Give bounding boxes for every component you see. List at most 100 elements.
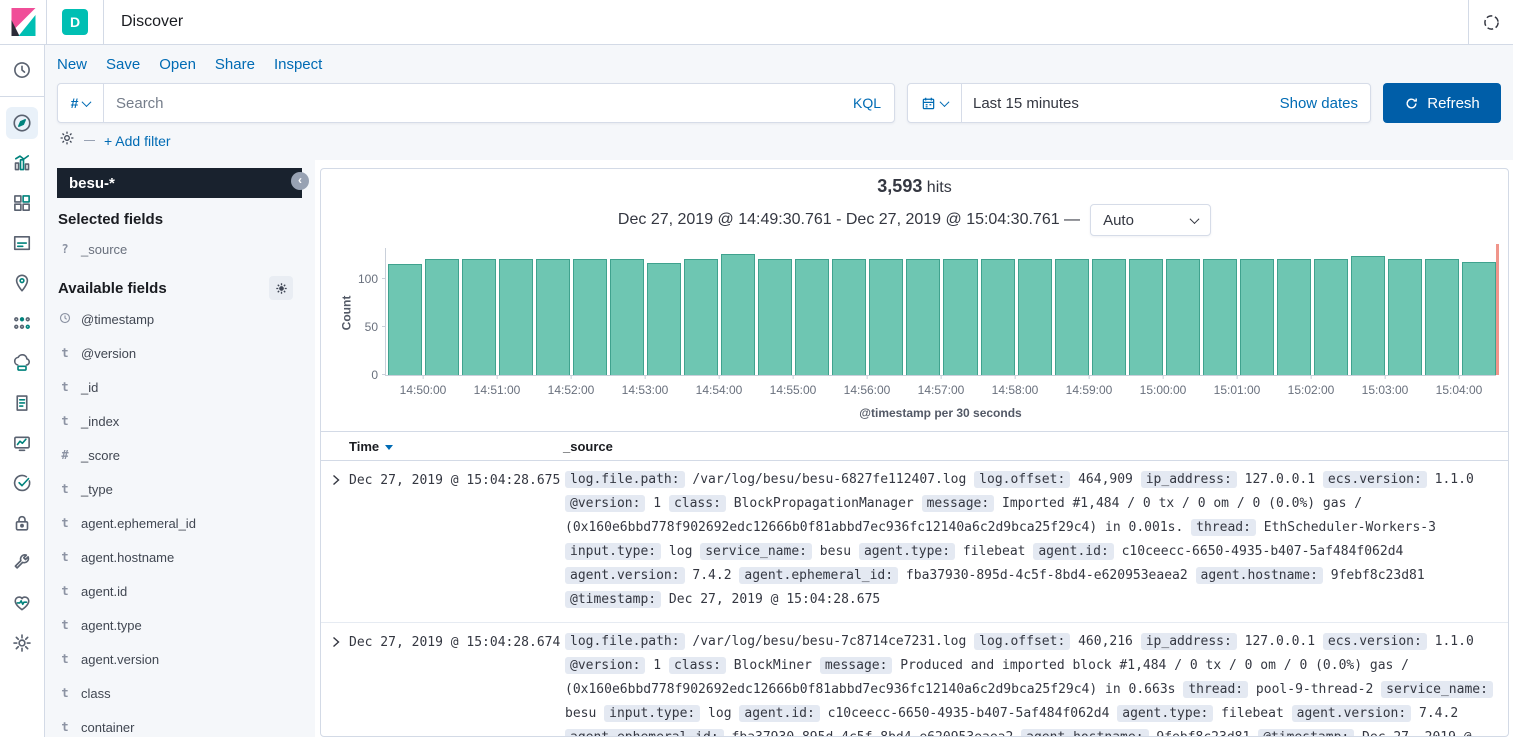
field-agent.id[interactable]: tagent.id [57, 574, 315, 608]
histogram-bar-14:58:00[interactable] [1018, 259, 1052, 375]
nav-uptime-icon[interactable] [6, 467, 38, 499]
kibana-logo[interactable] [0, 8, 46, 36]
interval-select[interactable]: Auto [1090, 204, 1211, 236]
nav-siem-icon[interactable] [6, 507, 38, 539]
histogram-bar-15:03:30[interactable] [1425, 259, 1459, 375]
histogram-bar-14:54:00[interactable] [721, 254, 755, 375]
field-name: agent.id [81, 584, 127, 599]
source-field-value: besu [812, 544, 859, 559]
refresh-button[interactable]: Refresh [1383, 83, 1501, 123]
filter-settings-gear-icon[interactable] [59, 130, 75, 151]
help-icon[interactable] [1469, 0, 1513, 44]
source-field-value: 1.1.0 [1427, 634, 1474, 649]
nav-recently-viewed-icon[interactable] [6, 54, 38, 86]
x-axis-label: @timestamp per 30 seconds [373, 406, 1508, 420]
histogram-bar-14:58:30[interactable] [1055, 259, 1089, 375]
time-column-header[interactable]: Time [349, 439, 563, 454]
histogram-bar-14:55:30[interactable] [832, 259, 866, 375]
histogram-bar-15:03:00[interactable] [1388, 259, 1422, 375]
discover-app-badge[interactable]: D [62, 9, 88, 35]
x-tick-label: 15:01:00 [1214, 383, 1261, 397]
nav-dashboard-icon[interactable] [6, 187, 38, 219]
source-field-name: agent.ephemeral_id: [565, 729, 724, 737]
source-field-name: agent.version: [1292, 705, 1412, 722]
source-field-value: 9febf8c23d81 [1323, 568, 1425, 583]
histogram-bar-14:49:30[interactable] [388, 264, 422, 375]
expand-row-button[interactable] [321, 623, 349, 648]
histogram-bar-14:50:30[interactable] [462, 259, 496, 375]
source-field-name: @timestamp: [1258, 729, 1354, 737]
histogram-bar-14:53:00[interactable] [647, 263, 681, 375]
menu-item-inspect[interactable]: Inspect [274, 56, 322, 73]
source-field-name: thread: [1191, 519, 1256, 536]
histogram-bar-14:52:30[interactable] [610, 259, 644, 375]
nav-logs-icon[interactable] [6, 387, 38, 419]
nav-dev-tools-icon[interactable] [6, 547, 38, 579]
field-@version[interactable]: t@version [57, 336, 315, 370]
date-picker-menu-button[interactable] [908, 84, 962, 122]
field-_type[interactable]: t_type [57, 472, 315, 506]
field-_source[interactable]: ?_source [57, 232, 315, 266]
calendar-icon [921, 96, 936, 111]
source-field-name: log.file.path: [565, 471, 685, 488]
expand-row-button[interactable] [321, 461, 349, 486]
histogram-bar-14:53:30[interactable] [684, 259, 718, 375]
histogram-bar-14:59:30[interactable] [1129, 259, 1163, 375]
field-agent.version[interactable]: tagent.version [57, 642, 315, 676]
histogram-bar-15:01:30[interactable] [1277, 259, 1311, 375]
menu-item-new[interactable]: New [57, 56, 87, 73]
histogram-bar-14:56:00[interactable] [869, 259, 903, 375]
fields-settings-button[interactable] [269, 276, 293, 300]
search-input[interactable] [104, 95, 853, 112]
histogram-chart[interactable]: Count 05010014:50:0014:51:0014:52:0014:5… [385, 248, 1496, 376]
field-class[interactable]: tclass [57, 676, 315, 710]
nav-discover-icon[interactable] [6, 107, 38, 139]
histogram-bar-15:04:00[interactable] [1462, 262, 1496, 375]
nav-maps-icon[interactable] [6, 267, 38, 299]
histogram-bar-14:56:30[interactable] [906, 259, 940, 375]
histogram-bar-15:02:00[interactable] [1314, 259, 1348, 375]
nav-stack-monitoring-icon[interactable] [6, 587, 38, 619]
field-_index[interactable]: t_index [57, 404, 315, 438]
field-agent.type[interactable]: tagent.type [57, 608, 315, 642]
field-_score[interactable]: #_score [57, 438, 315, 472]
field-container[interactable]: tcontainer [57, 710, 315, 737]
x-tick-label: 14:55:00 [770, 383, 817, 397]
menu-item-save[interactable]: Save [106, 56, 140, 73]
histogram-bar-14:57:00[interactable] [943, 259, 977, 375]
nav-machine-learning-icon[interactable] [6, 307, 38, 339]
nav-apm-icon[interactable] [6, 347, 38, 379]
nav-visualize-icon[interactable] [6, 147, 38, 179]
menu-item-open[interactable]: Open [159, 56, 196, 73]
field-agent.hostname[interactable]: tagent.hostname [57, 540, 315, 574]
histogram-bar-15:00:30[interactable] [1203, 259, 1237, 375]
kql-language-button[interactable]: KQL [853, 95, 894, 111]
time-range-value[interactable]: Last 15 minutes [962, 95, 1280, 112]
histogram-bar-14:54:30[interactable] [758, 259, 792, 375]
nav-canvas-icon[interactable] [6, 227, 38, 259]
x-tick-label: 14:53:00 [622, 383, 669, 397]
field-@timestamp[interactable]: @timestamp [57, 302, 315, 336]
collapse-sidebar-button[interactable]: ‹ [291, 172, 309, 190]
add-filter-button[interactable]: + Add filter [104, 133, 171, 149]
nav-metrics-icon[interactable] [6, 427, 38, 459]
histogram-bar-14:52:00[interactable] [573, 259, 607, 375]
field-agent.ephemeral_id[interactable]: tagent.ephemeral_id [57, 506, 315, 540]
menu-item-share[interactable]: Share [215, 56, 255, 73]
field-_id[interactable]: t_id [57, 370, 315, 404]
histogram-bar-14:55:00[interactable] [795, 259, 829, 375]
histogram-bar-15:02:30[interactable] [1351, 256, 1385, 375]
histogram-bar-14:51:30[interactable] [536, 259, 570, 375]
histogram-bar-14:59:00[interactable] [1092, 259, 1126, 375]
show-dates-button[interactable]: Show dates [1280, 95, 1370, 112]
saved-query-menu-button[interactable]: # [58, 84, 104, 122]
histogram-bar-14:51:00[interactable] [499, 259, 533, 375]
histogram-bar-15:01:00[interactable] [1240, 259, 1274, 375]
index-pattern-selector[interactable]: besu-* [57, 168, 302, 198]
histogram-bar-14:50:00[interactable] [425, 259, 459, 375]
histogram-bar-15:00:00[interactable] [1166, 259, 1200, 375]
y-tick-label: 100 [350, 272, 378, 286]
histogram-bar-14:57:30[interactable] [981, 259, 1015, 375]
field-name: agent.version [81, 652, 159, 667]
nav-management-icon[interactable] [6, 627, 38, 659]
